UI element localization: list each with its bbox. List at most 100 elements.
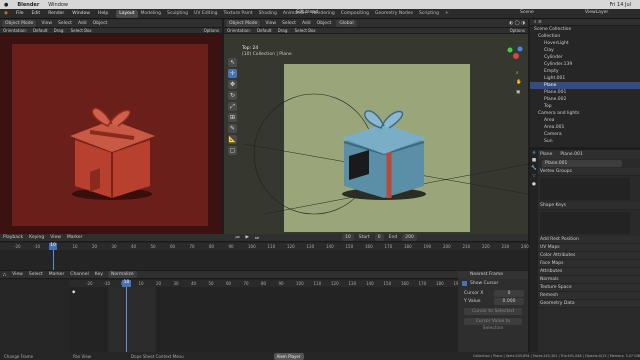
tab-sculpting[interactable]: Sculpting [164,10,191,18]
outliner-item[interactable]: Cylinder.139 [530,61,640,68]
tool-tab-icon[interactable]: ▲ [530,150,538,158]
zoom-icon[interactable]: ⌕ [516,70,519,76]
app-name[interactable]: Blender [17,2,39,8]
shape-keys-list[interactable] [540,212,630,234]
scene-selector[interactable]: Scene [520,10,534,15]
cursor-to-selected-button[interactable]: Cursor to Selected [464,308,522,315]
pan-hand-icon[interactable]: ✋ [516,80,522,85]
apple-icon[interactable]: ● [4,2,8,8]
tab-scripting[interactable]: Scripting [416,10,442,18]
tab-texture-paint[interactable]: Texture Paint [221,10,256,18]
right-options-button[interactable]: Options [510,28,525,33]
outliner-item[interactable]: Area.001 [530,124,640,131]
material-tab-icon[interactable]: ● [530,182,538,190]
left-options-button[interactable]: Options [204,28,219,33]
normalize-toggle[interactable]: Normalize [107,271,137,278]
ds-menu-select[interactable]: Select [29,272,43,277]
vertex-groups-list[interactable] [540,178,630,200]
left-drag-select[interactable]: Select Box [71,28,92,33]
right-menu-add[interactable]: Add [302,21,311,26]
section-attributes[interactable]: Attributes [530,268,640,276]
tab-layout[interactable]: Layout [116,9,138,18]
outliner-item[interactable]: Light.001 [530,75,640,82]
left-menu-add[interactable]: Add [78,21,87,26]
tab-uv-editing[interactable]: UV Editing [191,10,220,18]
timeline-menu-marker[interactable]: Marker [67,235,83,240]
outliner-item[interactable]: HoverLight [530,40,640,47]
ds-menu-marker[interactable]: Marker [49,272,65,277]
dopesheet-playhead[interactable] [126,287,127,352]
mac-menu-window[interactable]: Window [48,2,68,8]
add-cube-tool-icon[interactable]: ▢ [228,146,237,155]
menu-help[interactable]: Help [98,11,108,16]
alem-player-button[interactable]: Alem Player [273,352,304,360]
tab-geometry-nodes[interactable]: Geometry Nodes [372,10,416,18]
right-menu-select[interactable]: Select [282,21,296,26]
section-remesh[interactable]: Remesh [530,292,640,300]
annotate-tool-icon[interactable]: ✎ [228,124,237,133]
keyframe-marker[interactable]: ◆ [72,290,75,295]
timeline-menu-view[interactable]: View [50,235,61,240]
editor-type-icon[interactable]: ⎍ [3,272,6,278]
play-icon[interactable]: ▶ [246,235,249,240]
modifier-tab-icon[interactable]: 🔧 [530,166,538,174]
current-frame-field[interactable]: 10 [342,234,354,241]
timeline-playhead[interactable] [53,250,54,270]
outliner-item[interactable]: Plane.001 [530,89,640,96]
channel-region[interactable] [0,280,70,352]
jump-end-icon[interactable]: ⏭ [255,235,259,241]
outliner-item[interactable]: Camera and lights [530,110,640,117]
viewport-shading-icon[interactable]: ◐ ◯ ◑ [509,21,525,26]
outliner-item[interactable]: Cylinder [530,54,640,61]
blender-logo-icon[interactable]: ◉ [4,11,8,16]
tab-modeling[interactable]: Modeling [138,10,164,18]
measure-tool-icon[interactable]: 📐 [228,135,237,144]
navigation-gizmo[interactable] [506,46,526,66]
ds-menu-view[interactable]: View [12,272,23,277]
outliner-item[interactable]: Camera [530,131,640,138]
cursor-tool-icon[interactable]: ✛ [228,69,237,78]
ds-menu-key[interactable]: Key [95,272,103,277]
outliner-item[interactable]: Clay [530,47,640,54]
outliner-item-selected[interactable]: Plane [530,82,640,89]
props-data-field[interactable]: Plane.001 [530,159,640,168]
jump-start-icon[interactable]: ⏮ [235,235,239,241]
cursor-x-field[interactable]: 0 [494,289,524,297]
tab-shading[interactable]: Shading [256,10,280,18]
right-drag-select[interactable]: Select Box [295,28,316,33]
outliner-item[interactable]: Top [530,103,640,110]
left-menu-object[interactable]: Object [93,21,108,26]
select-tool-icon[interactable]: ↖ [228,58,237,67]
section-shape-keys[interactable]: Shape Keys [530,202,640,210]
outliner-item[interactable]: Area [530,117,640,124]
scale-tool-icon[interactable]: ⤢ [228,102,237,111]
menu-window[interactable]: Window [72,11,90,16]
move-tool-icon[interactable]: ✥ [228,80,237,89]
show-cursor-checkbox[interactable] [462,280,467,286]
outliner-item[interactable]: Plane.002 [530,96,640,103]
camera-view-icon[interactable]: ▣ [516,90,520,95]
left-viewport-render[interactable] [0,34,222,234]
object-tab-icon[interactable]: ■ [530,158,538,166]
ds-menu-channel[interactable]: Channel [70,272,88,277]
mesh-data-select[interactable]: Plane.001 [542,160,622,167]
attr-rest-position[interactable]: Add Rest Position [530,236,640,244]
outliner-item[interactable]: Empty [530,68,640,75]
dopesheet-playhead-label[interactable]: 10 [122,280,131,287]
show-cursor-row[interactable]: Show Cursor [458,279,528,287]
section-uv-maps[interactable]: UV Maps [530,244,640,252]
tab-compositing[interactable]: Compositing [338,10,372,18]
left-mode-select[interactable]: Object Mode [2,19,37,27]
timeline-menu-playback[interactable]: Playback [3,235,23,240]
section-texture-space[interactable]: Texture Space [530,284,640,292]
end-frame-field[interactable]: 200 [402,234,417,241]
section-face-maps[interactable]: Face Maps [530,260,640,268]
right-mode-select[interactable]: Object Mode [226,19,261,27]
section-vertex-groups[interactable]: Vertex Groups [530,168,640,176]
transform-tool-icon[interactable]: ⊞ [228,113,237,122]
cursor-y-field[interactable]: 0.000 [494,297,524,305]
timeline-ruler[interactable]: -20-100102030405060708090100110120130140… [0,243,529,250]
outliner-scene-collection[interactable]: Scene Collection [530,26,640,33]
timeline-menu-keying[interactable]: Keying [29,235,44,240]
left-menu-select[interactable]: Select [58,21,72,26]
